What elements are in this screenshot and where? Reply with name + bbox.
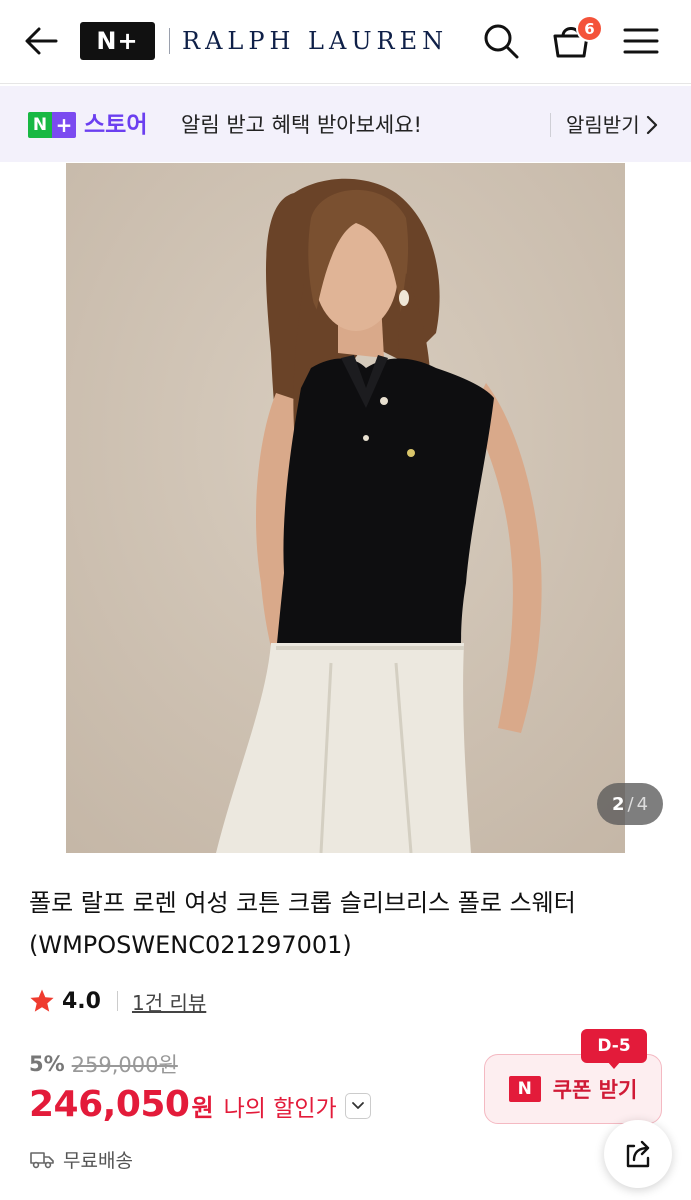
share-icon	[626, 1140, 650, 1168]
menu-button[interactable]	[618, 18, 664, 64]
original-price-row: 5% 259,000원	[29, 1048, 178, 1080]
store-name: 스토어	[84, 112, 148, 138]
image-counter: 2 / 4	[597, 783, 663, 825]
rating-value: 4.0	[62, 988, 101, 1014]
currency-unit: 원	[191, 1094, 214, 1122]
coupon-dday-badge: D-5	[581, 1029, 647, 1063]
get-notifications-label: 알림받기	[566, 113, 640, 137]
search-button[interactable]	[478, 18, 524, 64]
coupon-n-mark: N	[508, 1076, 541, 1102]
logo-divider	[169, 28, 170, 54]
search-icon	[484, 24, 519, 59]
get-coupon-label: 쿠폰 받기	[552, 1078, 638, 1102]
sale-price-row: 246,050 원 나의 할인가	[29, 1084, 371, 1128]
back-button[interactable]	[20, 20, 62, 62]
nplus-logo[interactable]: N+	[80, 22, 155, 60]
cart-count-badge: 6	[576, 15, 603, 42]
chevron-down-icon	[351, 1102, 364, 1109]
discount-rate: 5%	[29, 1052, 65, 1076]
notification-banner: N + 스토어 알림 받고 혜택 받아보세요! 알림받기	[0, 86, 691, 162]
arrow-left-icon	[25, 27, 58, 55]
rating-divider	[116, 991, 118, 1011]
get-notifications-button[interactable]: 알림받기	[566, 110, 658, 140]
store-plus-mark: +	[52, 112, 76, 138]
rating-row: 4.0 1건 리뷰	[29, 985, 206, 1017]
shipping-info: 무료배송	[29, 1144, 133, 1174]
chevron-right-icon	[646, 115, 657, 135]
shipping-text: 무료배송	[63, 1149, 133, 1172]
delivery-truck-icon	[30, 1152, 54, 1169]
share-button[interactable]	[604, 1120, 672, 1188]
dday-badge-tail	[607, 1061, 621, 1069]
notice-divider	[550, 113, 551, 137]
current-image-index: 2	[611, 793, 625, 815]
my-discount-price-label[interactable]: 나의 할인가	[224, 1089, 337, 1123]
product-image[interactable]	[66, 163, 625, 853]
sale-price: 246,050	[29, 1084, 190, 1125]
store-n-mark: N	[28, 112, 52, 138]
naver-store-badge: N + 스토어	[28, 112, 147, 138]
get-coupon-button[interactable]: N 쿠폰 받기	[484, 1054, 662, 1124]
product-title: 폴로 랄프 로렌 여성 코튼 크롭 슬리브리스 폴로 스웨터(WMPOSWENC…	[29, 889, 576, 959]
original-price: 259,000원	[71, 1053, 178, 1077]
total-image-count: 4	[636, 793, 649, 815]
hamburger-menu-icon	[623, 28, 659, 54]
model-photo	[66, 163, 625, 853]
notification-message: 알림 받고 혜택 받아보세요!	[181, 113, 422, 137]
brand-name[interactable]: RALPH LAUREN	[182, 24, 448, 58]
price-detail-toggle[interactable]	[344, 1093, 371, 1119]
review-count-link[interactable]: 1건 리뷰	[132, 987, 206, 1016]
star-icon	[30, 989, 54, 1012]
top-header: N+ RALPH LAUREN 6	[0, 0, 691, 84]
image-counter-separator: /	[627, 793, 634, 815]
